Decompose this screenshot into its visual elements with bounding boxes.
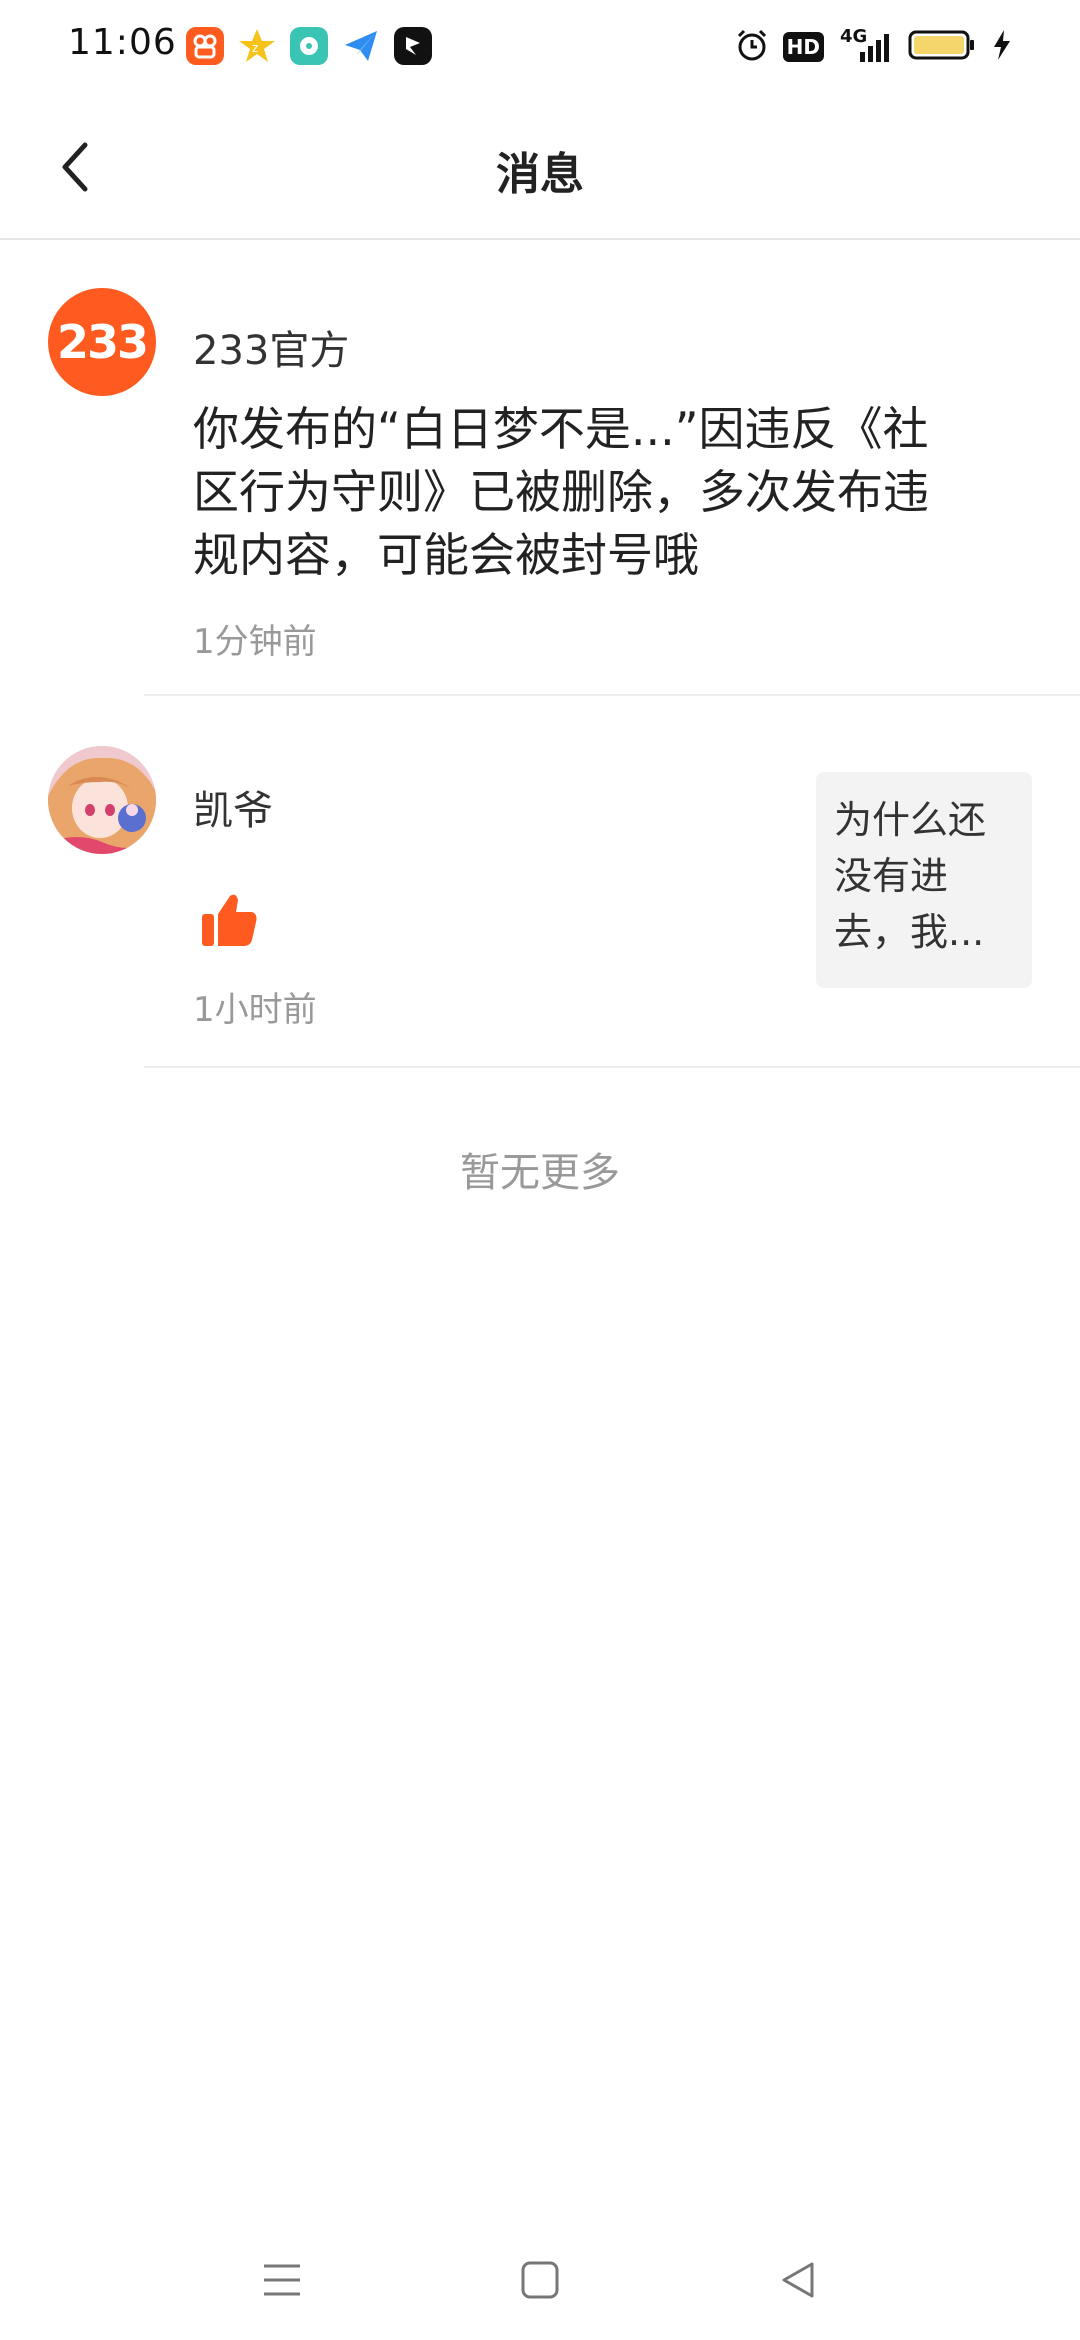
quoted-post-text: 为什么还没有进去，我... xyxy=(834,798,987,954)
paper-plane-icon xyxy=(342,27,380,65)
message-item-like[interactable]: 凯爷 1小时前 为什么还没有进去，我... xyxy=(0,696,1080,1068)
thumbs-up-icon xyxy=(200,892,258,952)
message-time: 1分钟前 xyxy=(193,622,317,662)
status-right: HD 4G xyxy=(735,26,1012,66)
svg-text:z: z xyxy=(252,41,258,55)
message-content-line: 规内容，可能会被封号哦 xyxy=(193,528,699,582)
avatar-user[interactable] xyxy=(48,746,156,854)
battery-icon xyxy=(908,28,978,66)
notification-icons: z xyxy=(186,27,432,65)
status-time: 11:06 xyxy=(68,22,177,63)
back-triangle-icon xyxy=(782,2262,814,2298)
menu-icon xyxy=(264,2264,300,2296)
page-title: 消息 xyxy=(496,149,584,200)
message-time: 1小时前 xyxy=(193,990,317,1030)
no-more-text: 暂无更多 xyxy=(460,1150,620,1196)
divider xyxy=(144,1066,1080,1068)
message-content-line: 区行为守则》已被删除，多次发布违 xyxy=(193,465,929,519)
kuaishou-icon xyxy=(186,27,224,65)
sender-name: 凯爷 xyxy=(193,788,273,834)
music-icon xyxy=(290,27,328,65)
home-icon xyxy=(521,2261,559,2299)
nav-bar: 消息 xyxy=(0,96,1080,240)
sender-name: 233官方 xyxy=(193,328,350,374)
hd-icon: HD xyxy=(782,32,824,62)
charging-icon xyxy=(992,28,1012,66)
message-content-line: 你发布的“白日梦不是...”因违反《社 xyxy=(193,402,929,456)
user-avatar-image xyxy=(48,746,156,854)
status-bar: 11:06 z HD 4G xyxy=(0,0,1080,96)
alarm-icon xyxy=(735,28,769,66)
menu-button[interactable] xyxy=(252,2250,312,2310)
system-nav-bar xyxy=(0,2220,1080,2340)
quoted-post-preview[interactable]: 为什么还没有进去，我... xyxy=(816,772,1032,988)
avatar-233-official[interactable]: 233 xyxy=(48,288,156,396)
flag-app-icon xyxy=(394,27,432,65)
message-item-official[interactable]: 233 233官方 你发布的“白日梦不是...”因违反《社 区行为守则》已被删除… xyxy=(0,240,1080,696)
signal-icon: 4G xyxy=(838,26,894,64)
avatar-logo-text: 233 xyxy=(56,315,149,369)
home-button[interactable] xyxy=(510,2250,570,2310)
qq-zone-icon: z xyxy=(238,27,276,65)
back-nav-button[interactable] xyxy=(768,2250,828,2310)
message-content: 你发布的“白日梦不是...”因违反《社 区行为守则》已被删除，多次发布违 规内容… xyxy=(193,398,983,587)
